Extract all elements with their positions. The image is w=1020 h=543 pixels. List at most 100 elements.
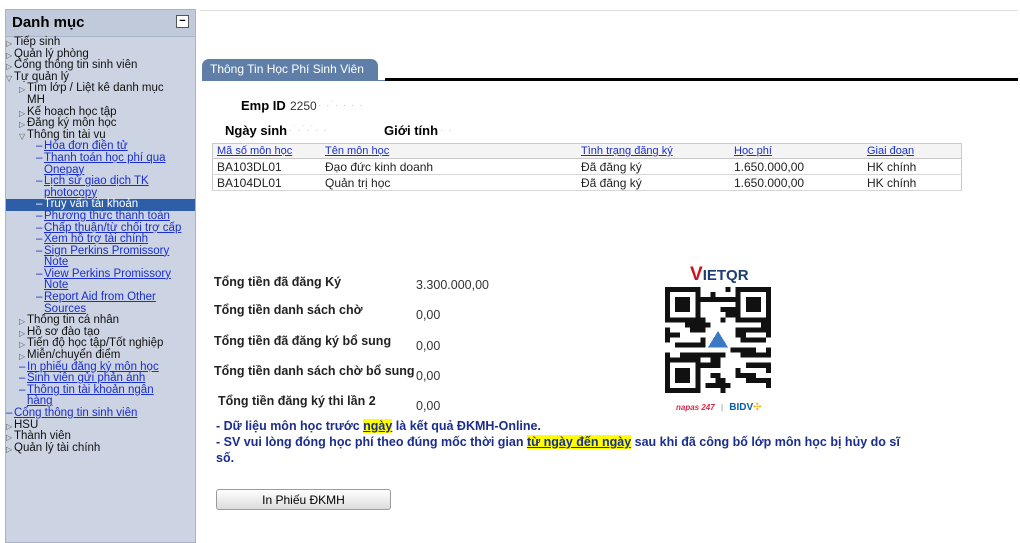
cell-tinh-trang: Đã đăng ký (577, 158, 730, 175)
collapse-arrow-icon[interactable]: ▷ (6, 444, 12, 456)
total-supplement-value: 0,00 (416, 339, 441, 353)
bullet-dash: – (36, 209, 43, 222)
sidebar-item-label: Phương thức thanh toán (44, 209, 170, 222)
sidebar-title: Danh mục (12, 14, 85, 31)
sidebar-item-label: Xem hỗ trợ tài chính (44, 233, 149, 246)
emp-id-label: Emp ID (241, 98, 286, 113)
qr-code-image (665, 287, 771, 393)
sidebar-item-label: Đăng ký môn học (27, 117, 117, 130)
sidebar-item[interactable]: – View Perkins Promissory Note (6, 267, 192, 292)
sidebar-item-label: Sign Perkins Promissory Note (44, 244, 170, 269)
sidebar-item[interactable]: – Thông tin tài khoản ngân hàng (6, 383, 175, 408)
col-header-ten-mon[interactable]: Tên môn học (321, 143, 577, 159)
sidebar-item-label: Chấp thuận/từ chối trợ cấp (44, 221, 182, 234)
total-retake-exam-label: Tổng tiền đăng ký thi lần 2 (218, 394, 376, 408)
dob-label: Ngày sinh (225, 123, 288, 138)
sidebar-item[interactable]: – Report Aid from Other Sources (6, 291, 192, 315)
sidebar-item-label: Truy vấn tài khoản (44, 198, 139, 211)
sidebar-item-label: In phiếu đăng ký môn học (27, 360, 159, 373)
tab-underline (385, 78, 1018, 81)
cell-giai-doan: HK chính (863, 174, 962, 191)
sidebar-item-label: Lịch sử giao dịch TK photocopy (44, 175, 149, 199)
sidebar-item-label: View Perkins Promissory Note (44, 267, 171, 292)
total-waitlist-value: 0,00 (416, 308, 441, 322)
tab-base (202, 80, 385, 81)
sidebar-item-label: Tiếp sinh (14, 36, 61, 48)
sidebar: Danh mục − ▷ Tiếp sinh ▷ Quản lý phòng ▷ Cổng… (5, 9, 196, 543)
highlight-date-range: từ ngày đến ngày (526, 435, 632, 449)
collapse-toggle-icon[interactable]: − (176, 15, 189, 28)
total-waitlist-supplement-value: 0,00 (416, 369, 441, 383)
sidebar-item-label: Sinh viên gửi phản ánh (27, 372, 146, 385)
sidebar-item-label: Miễn/chuyển điểm (27, 349, 121, 362)
redacted-dob: ·˙·˙·˙· · (289, 125, 328, 136)
sidebar-item[interactable]: – Lịch sử giao dịch TK photocopy (6, 175, 192, 199)
table-row: BA104DL01 Quản trị học Đã đăng ký 1.650.… (212, 174, 962, 191)
note-payment-deadline-cont: số. (216, 451, 235, 465)
bullet-dash: – (36, 175, 43, 188)
course-table: Mã số môn học Tên môn học Tình trạng đăn… (212, 143, 962, 191)
cell-ten-mon: Quản trị học (321, 174, 577, 191)
cell-hoc-phi: 1.650.000,00 (730, 158, 863, 175)
gender-label: Giới tính (384, 123, 439, 138)
sidebar-item-label: Thông tin cá nhân (27, 314, 120, 327)
total-supplement-label: Tổng tiền đã đăng ký bổ sung (214, 334, 392, 348)
highlight-ngay: ngày (363, 419, 393, 433)
print-registration-button[interactable]: In Phiếu ĐKMH (216, 489, 391, 510)
sidebar-item[interactable]: ▷ Tìm lớp / Liệt kê danh mục MH (6, 83, 175, 106)
sidebar-item-label: Hóa đơn điện tử (44, 140, 128, 153)
col-header-ma-mon[interactable]: Mã số môn học (212, 143, 321, 159)
col-header-tinh-trang[interactable]: Tình trạng đăng ký (577, 143, 730, 159)
sidebar-item-label: Cổng thông tin sinh viên (14, 59, 138, 72)
sidebar-item-label: HSU (14, 418, 39, 431)
bullet-dash: – (36, 233, 43, 246)
sidebar-item-label: Thanh toán học phí qua Onepay (44, 151, 166, 176)
bullet-dash: – (36, 291, 43, 304)
bullet-dash: – (19, 383, 26, 396)
qr-footer: napas 247 | BIDV✣ (676, 402, 762, 413)
redacted-gender: · · (440, 125, 453, 136)
sidebar-item-label: Thông tin tài khoản ngân hàng (27, 383, 154, 408)
napas-logo: napas 247 (676, 403, 715, 412)
note-data-cutoff: - Dữ liệu môn học trước ngày là kết quả … (216, 419, 541, 433)
top-divider (200, 10, 1018, 11)
sidebar-menu: ▷ Tiếp sinh ▷ Quản lý phòng ▷ Cổng thông tin … (6, 36, 195, 456)
sidebar-item[interactable]: – Thanh toán học phí qua Onepay (6, 151, 192, 176)
sidebar-item-label: Tự quản lý (14, 70, 70, 83)
sidebar-item-label: Cổng thông tin sinh viên (14, 407, 138, 419)
emp-id-value: 2250 (290, 99, 317, 113)
cell-hoc-phi: 1.650.000,00 (730, 174, 863, 191)
cell-ma-mon: BA104DL01 (212, 174, 321, 191)
vietqr-logo: VIETQR (690, 264, 749, 285)
bullet-dash: – (36, 244, 43, 257)
sidebar-item-label: Hồ sơ đào tạo (27, 325, 100, 338)
bullet-dash: – (36, 267, 43, 280)
total-waitlist-supplement-label: Tổng tiền danh sách chờ bổ sung (214, 364, 415, 378)
total-waitlist-label: Tổng tiền danh sách chờ (214, 303, 363, 317)
sidebar-item-label: Kế hoạch học tập (27, 105, 117, 118)
sidebar-item-label: Tiến độ học tập/Tốt nghiệp (27, 337, 164, 350)
cell-giai-doan: HK chính (863, 158, 962, 175)
sidebar-item-label: Thông tin tài vụ (27, 128, 106, 141)
bidv-logo: BIDV (729, 402, 754, 413)
sidebar-header: Danh mục − (6, 10, 195, 37)
tab-hoc-phi[interactable]: Thông Tin Học Phí Sinh Viên (202, 59, 378, 81)
bullet-dash: – (6, 407, 13, 419)
total-registered-value: 3.300.000,00 (416, 278, 489, 292)
collapse-arrow-icon[interactable]: ▷ (19, 84, 25, 96)
sidebar-item-label: Report Aid from Other Sources (44, 291, 156, 315)
total-retake-exam-value: 0,00 (416, 399, 441, 413)
sidebar-item-label: Thành viên (14, 430, 71, 443)
col-header-giai-doan[interactable]: Giai đoạn (863, 143, 962, 159)
cell-ten-mon: Đạo đức kinh doanh (321, 158, 577, 175)
sidebar-item-label: Tìm lớp / Liệt kê danh mục MH (27, 82, 164, 106)
table-header-row: Mã số môn học Tên môn học Tình trạng đăn… (212, 143, 962, 159)
note-payment-deadline: - SV vui lòng đóng học phí theo đúng mốc… (216, 435, 900, 449)
total-registered-label: Tổng tiền đã đăng Ký (214, 275, 342, 289)
sidebar-item-label: Quản lý tài chính (14, 441, 101, 454)
sidebar-item[interactable]: – Sign Perkins Promissory Note (6, 244, 192, 269)
table-row: BA103DL01 Đạo đức kinh doanh Đã đăng ký … (212, 158, 962, 175)
cell-ma-mon: BA103DL01 (212, 158, 321, 175)
col-header-hoc-phi[interactable]: Học phí (730, 143, 863, 159)
sidebar-item[interactable]: ▷ Quản lý tài chính (6, 441, 195, 456)
